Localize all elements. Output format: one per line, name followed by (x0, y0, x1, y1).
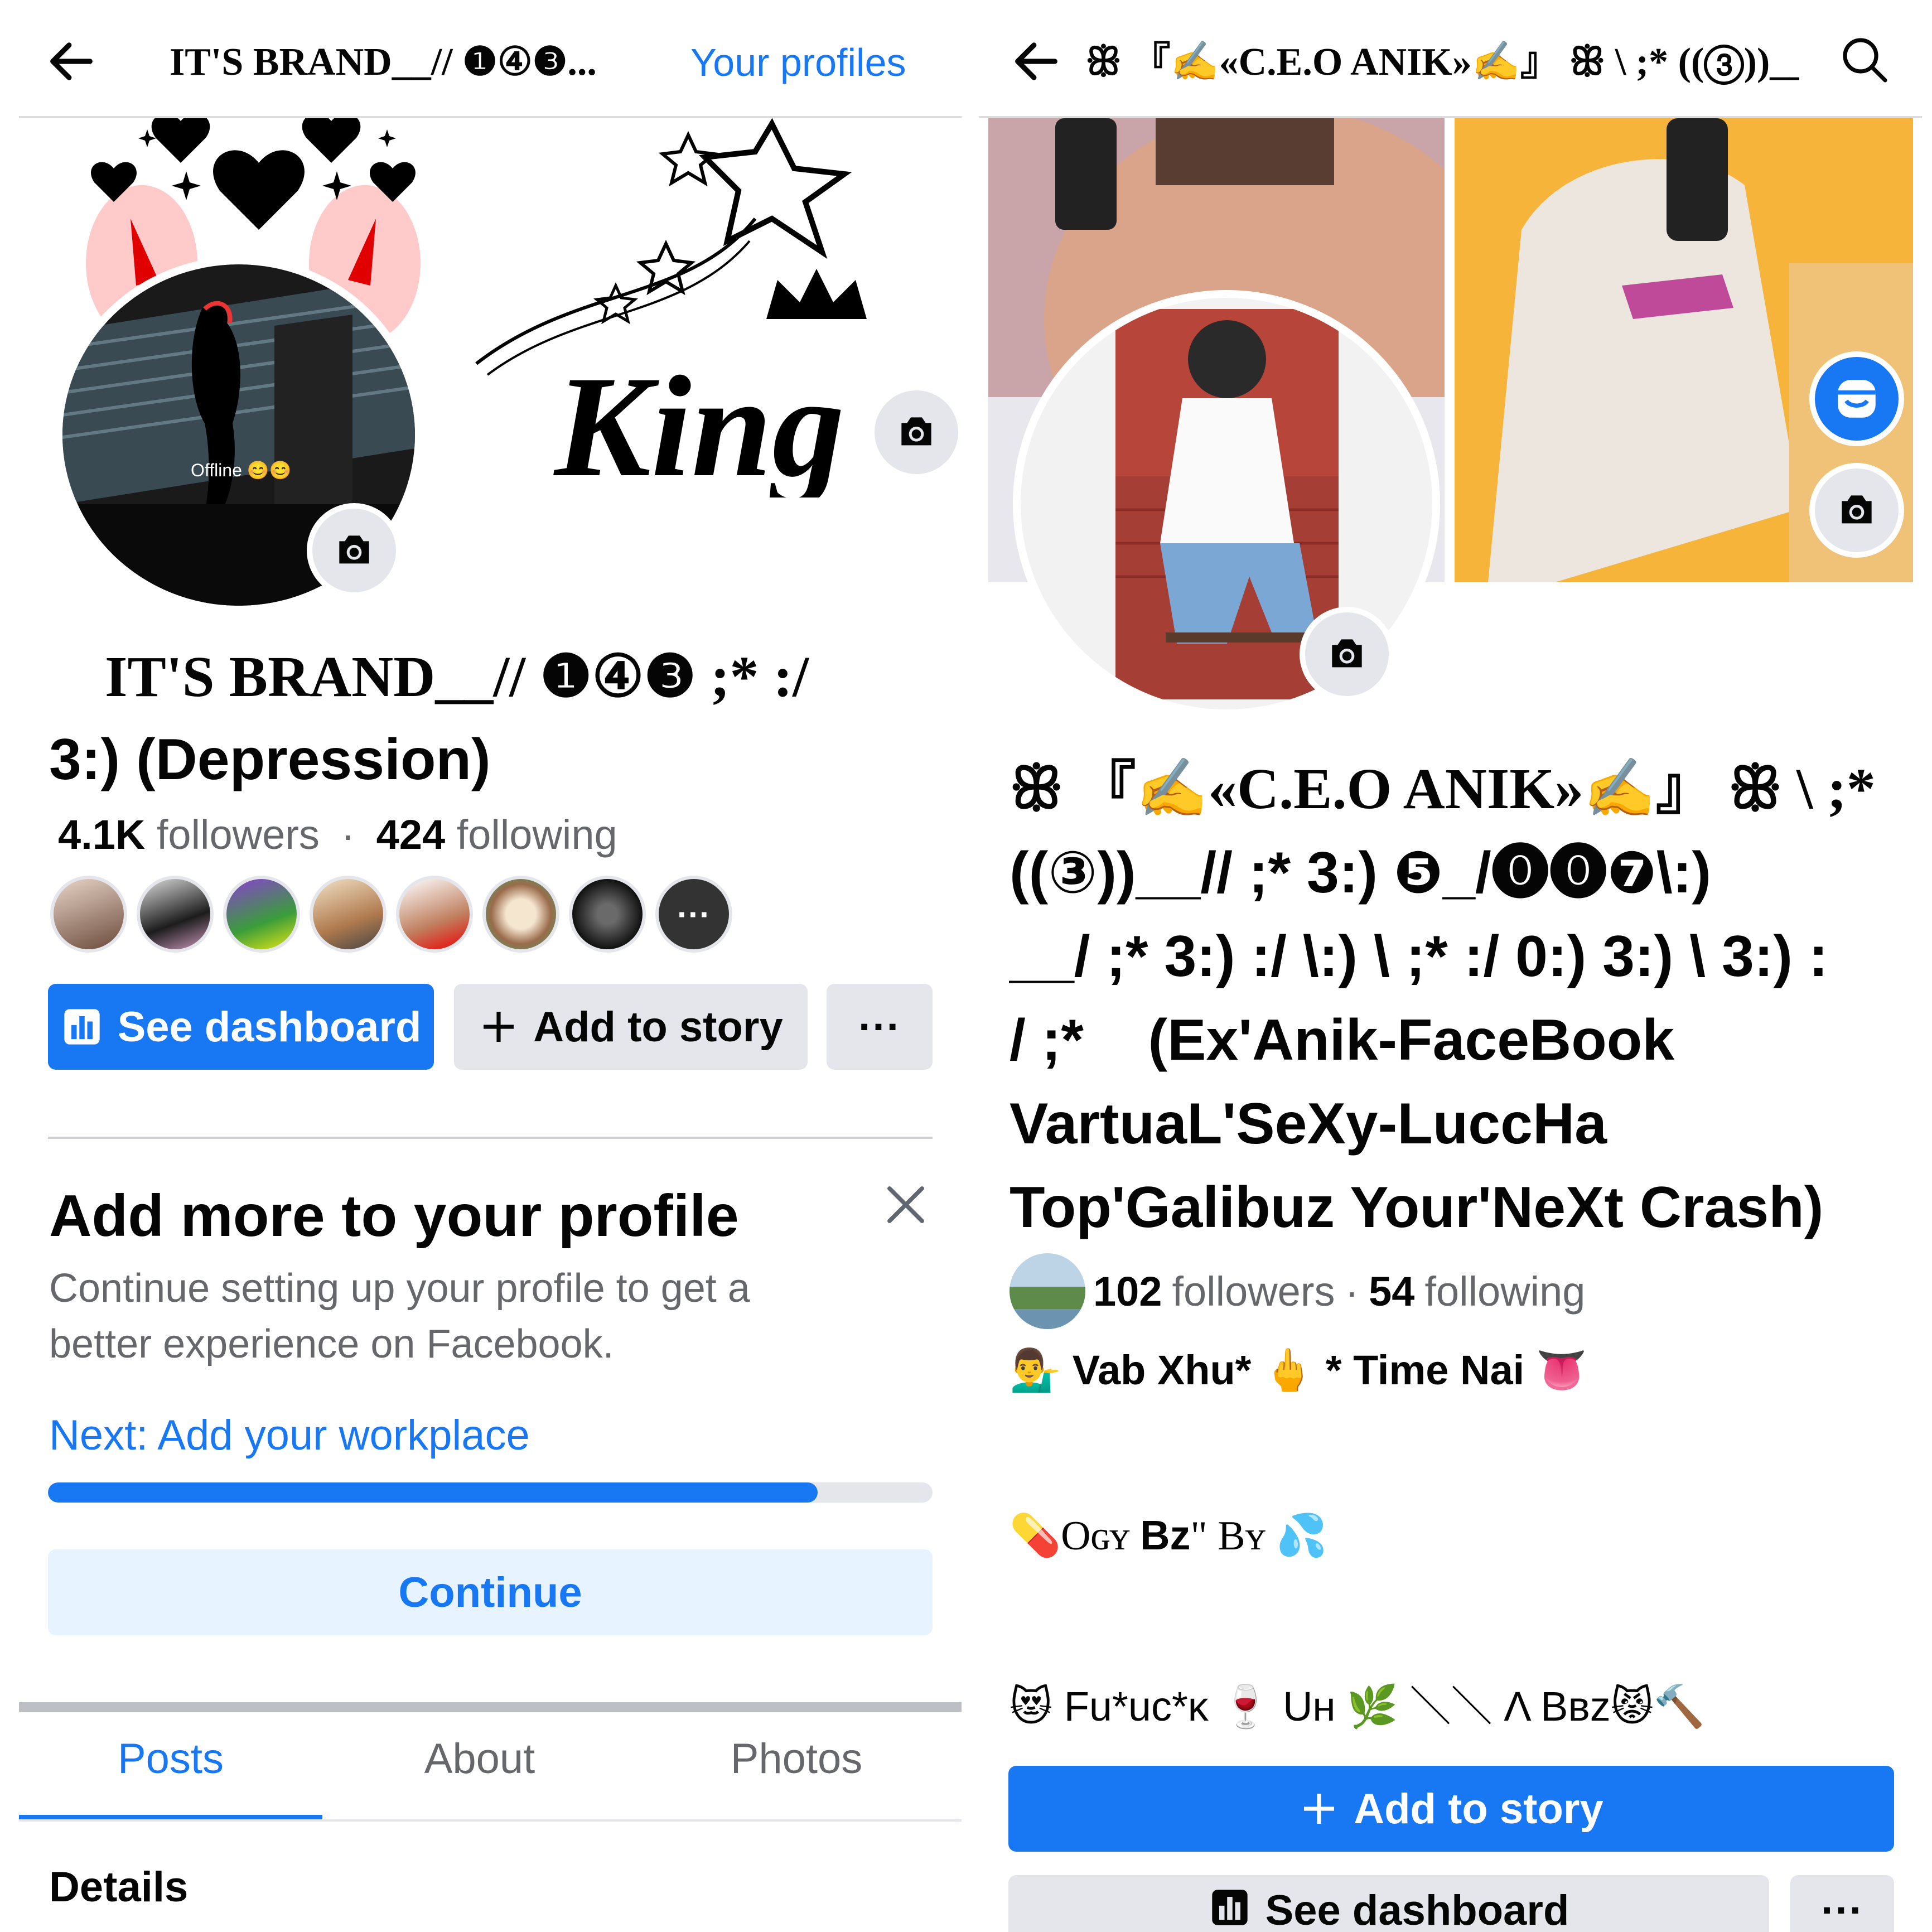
cover-camera-button[interactable] (1809, 463, 1904, 558)
cover-camera-button[interactable] (869, 385, 962, 480)
landscape-thumbnail (1010, 1253, 1085, 1329)
followers-count[interactable]: 4.1K (58, 812, 145, 858)
see-dashboard-label: See dashboard (1265, 1887, 1569, 1932)
camera-icon (1842, 495, 1872, 524)
friend-avatar[interactable] (396, 876, 473, 953)
profile-name-line5: VartuaL'SeXy-LuccHa (1010, 1091, 1607, 1156)
bio-line-1: 💁‍♂️ Vab Xhu* 🖕 * Time Nai 👅 (1010, 1347, 1587, 1393)
profile-name-line2: 3:) (Depression) (49, 727, 491, 792)
your-profiles-link[interactable]: Your profiles (690, 35, 906, 90)
add-more-description: Continue setting up your profile to get … (49, 1266, 750, 1366)
follow-stats: 4.1K followers · 424 following (58, 811, 617, 858)
camera-icon (901, 417, 931, 446)
bio-line-2-c: " Bʏ 💦 (1190, 1513, 1327, 1559)
friend-avatar[interactable] (310, 876, 387, 953)
tab-photos[interactable]: Photos (679, 1735, 914, 1783)
more-friends-dots: ··· (677, 895, 711, 933)
profile-camera-button[interactable] (307, 503, 402, 598)
add-to-story-button[interactable]: Add to story (1008, 1766, 1894, 1852)
see-dashboard-label: See dashboard (117, 1003, 422, 1051)
profile-name-line1: ꕥ 『✍«C.E.O ANIK»✍』 ꕥ \ ;* (1010, 757, 1876, 821)
friend-avatar[interactable] (223, 876, 300, 953)
friend-avatar[interactable] (50, 876, 127, 953)
section-divider (48, 1137, 933, 1139)
more-options-dots: ··· (1821, 1887, 1863, 1932)
topbar-title: ꕥ 『✍«C.E.O ANIK»✍』 ꕥ \ ;* ((③))__... (1085, 41, 1799, 84)
thick-divider (19, 1702, 962, 1712)
more-options-button[interactable]: ··· (1790, 1875, 1894, 1932)
follow-stats: 102 followers · 54 following (1010, 1249, 1585, 1333)
profile-name-line2: ((③))__// ;* 3:) ❺_/⓿⓿❼\:) (1010, 841, 1711, 905)
camera-icon (339, 535, 369, 564)
followers-label[interactable]: followers (1172, 1268, 1335, 1315)
friend-avatar[interactable] (482, 876, 559, 953)
active-tab-indicator (19, 1815, 322, 1819)
following-count[interactable]: 54 (1369, 1268, 1414, 1315)
cover-photo-right[interactable] (1455, 118, 1913, 582)
tab-bar-border (19, 1819, 962, 1822)
more-options-button[interactable]: ··· (827, 984, 933, 1070)
tab-posts[interactable]: Posts (54, 1735, 288, 1783)
left-profile-panel: IT'S BRAND__// ❶④❸... Your profiles King… (19, 0, 962, 1932)
topbar-title: IT'S BRAND__// ❶④❸... (170, 41, 597, 84)
continue-label: Continue (398, 1568, 582, 1616)
dashboard-icon (64, 1009, 100, 1045)
followers-count[interactable]: 102 (1093, 1268, 1162, 1315)
stats-dot: · (341, 812, 355, 858)
friend-avatar[interactable] (569, 876, 646, 953)
top-bar: ꕥ 『✍«C.E.O ANIK»✍』 ꕥ \ ;* ((③))__... (979, 0, 1922, 118)
camera-icon (1332, 639, 1362, 668)
add-to-story-label: Add to story (533, 1003, 783, 1051)
profile-progress-bar (48, 1482, 933, 1503)
profile-name: IT'S BRAND__// ❶④❸ ;* :/ 3:) (Depression… (49, 636, 936, 801)
add-to-story-label: Add to story (1354, 1785, 1603, 1833)
followers-label[interactable]: followers (157, 812, 320, 858)
see-dashboard-button[interactable]: See dashboard (48, 984, 434, 1070)
dashboard-icon (1211, 1890, 1248, 1925)
bio-line-2: 💊Oɢʏ Bz" Bʏ 💦 (1010, 1511, 1327, 1560)
back-arrow-icon[interactable] (1008, 33, 1064, 89)
close-icon[interactable] (878, 1177, 934, 1233)
profile-name-line3: __/ ;* 3:) :/ \:) \ ;* :/ 0:) 3:) \ 3:) … (1010, 924, 1828, 989)
back-arrow-icon[interactable] (44, 33, 99, 89)
friend-avatar[interactable] (137, 876, 214, 953)
avatar-fab-button[interactable] (1809, 351, 1904, 446)
plus-icon (484, 1012, 514, 1042)
profile-name: ꕥ 『✍«C.E.O ANIK»✍』 ꕥ \ ;* ((③))__// ;* 3… (1010, 747, 1913, 1249)
profile-name-line6: Top'Galibuz Your'NeXt Crash) (1010, 1175, 1824, 1240)
see-dashboard-button[interactable]: See dashboard (1008, 1875, 1769, 1932)
search-icon[interactable] (1838, 33, 1892, 87)
top-bar: IT'S BRAND__// ❶④❸... Your profiles (19, 0, 962, 118)
bio-line-2-a: 💊Oɢʏ (1010, 1513, 1141, 1559)
more-friends-button[interactable]: ··· (655, 876, 732, 953)
profile-name-line1: IT'S BRAND__// ❶④❸ ;* :/ (105, 645, 809, 709)
plus-icon (1304, 1794, 1335, 1824)
avatar-caption: Offline 😊😊 (191, 460, 291, 480)
cover-king-text: King (552, 346, 844, 498)
profile-progress-fill (48, 1482, 818, 1503)
right-profile-panel: ꕥ 『✍«C.E.O ANIK»✍』 ꕥ \ ;* ((③))__... ꕥ 『… (979, 0, 1922, 1932)
following-label[interactable]: following (1424, 1268, 1585, 1315)
add-more-title: Add more to your profile (49, 1183, 739, 1249)
profile-camera-button[interactable] (1300, 607, 1394, 702)
avatar-face-icon (1838, 380, 1876, 418)
profile-name-line4: / ;* (Ex'Anik-FaceBook (1010, 1008, 1675, 1073)
continue-button[interactable]: Continue (48, 1549, 933, 1635)
add-to-story-button[interactable]: Add to story (454, 984, 808, 1070)
stats-dot: · (1345, 1268, 1359, 1315)
bio-line-2-b: Bz (1140, 1512, 1191, 1558)
following-count[interactable]: 424 (376, 812, 445, 858)
bio-line-3: 😻 Fu*uc*ᴋ 🍷 Uʜ 🌿 ＼＼ Λ Bʙz😾🔨 (1010, 1683, 1706, 1730)
follower-thumbnail[interactable] (1010, 1253, 1085, 1329)
next-workplace-link[interactable]: Next: Add your workplace (49, 1411, 530, 1460)
tab-about[interactable]: About (363, 1735, 597, 1783)
following-label[interactable]: following (457, 812, 617, 858)
more-options-dots: ··· (858, 1003, 901, 1051)
details-heading: Details (49, 1863, 189, 1911)
